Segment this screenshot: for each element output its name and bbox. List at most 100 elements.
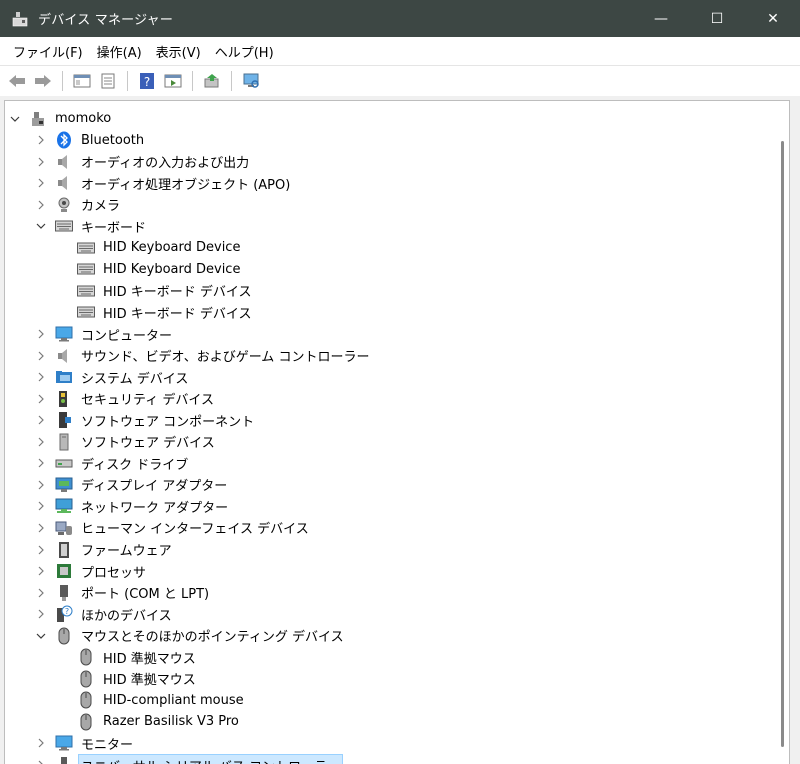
chevron-right-icon[interactable]	[35, 199, 47, 211]
tree-category-item[interactable]: モニター	[5, 733, 789, 754]
chevron-right-icon[interactable]	[35, 565, 47, 577]
title-bar[interactable]: デバイス マネージャー — ☐ ✕	[0, 0, 800, 37]
tree-category-item[interactable]: Bluetooth	[5, 130, 789, 151]
keyboard-icon	[77, 282, 95, 300]
tree-category-item[interactable]: オーディオ処理オブジェクト (APO)	[5, 173, 789, 194]
chevron-right-icon[interactable]	[35, 414, 47, 426]
menu-bar: ファイル(F) 操作(A) 表示(V) ヘルプ(H)	[0, 37, 800, 65]
chevron-down-icon[interactable]	[35, 630, 47, 642]
tree-category-item[interactable]: プロセッサ	[5, 561, 789, 582]
minimize-button[interactable]: —	[634, 0, 688, 37]
tree-category-item[interactable]: カメラ	[5, 194, 789, 215]
chevron-right-icon[interactable]	[35, 393, 47, 405]
tree-device-item[interactable]: HID Keyboard Device	[5, 237, 789, 258]
help-button[interactable]: ?	[136, 70, 158, 92]
chevron-right-icon[interactable]	[35, 587, 47, 599]
chevron-right-icon[interactable]	[35, 156, 47, 168]
tree-category-item[interactable]: サウンド、ビデオ、およびゲーム コントローラー	[5, 345, 789, 366]
chevron-down-icon[interactable]	[35, 220, 47, 232]
chevron-right-icon[interactable]	[35, 350, 47, 362]
forward-arrow-icon	[35, 75, 51, 87]
show-hide-tree-icon	[73, 74, 91, 88]
menu-view[interactable]: 表示(V)	[149, 42, 208, 61]
toolbar-separator	[127, 71, 128, 91]
chevron-right-icon[interactable]	[35, 500, 47, 512]
chevron-right-icon[interactable]	[35, 134, 47, 146]
properties-button[interactable]	[97, 70, 119, 92]
tree-device-item[interactable]: HID Keyboard Device	[5, 259, 789, 280]
tree-device-item[interactable]: HID-compliant mouse	[5, 690, 789, 711]
tree-device-item[interactable]: Razer Basilisk V3 Pro	[5, 711, 789, 732]
tree-item-label: プロセッサ	[81, 565, 147, 581]
tree-item-label: オーディオ処理オブジェクト (APO)	[81, 177, 291, 193]
tree-category-item[interactable]: ソフトウェア デバイス	[5, 431, 789, 452]
tree-category-item[interactable]: ディスプレイ アダプター	[5, 474, 789, 495]
chevron-right-icon[interactable]	[35, 177, 47, 189]
tree-category-item[interactable]: コンピューター	[5, 324, 789, 345]
tree-item-label: ソフトウェア デバイス	[81, 436, 215, 452]
device-manager-window: デバイス マネージャー — ☐ ✕ ファイル(F) 操作(A) 表示(V) ヘル…	[0, 0, 800, 764]
tree-category-item[interactable]: システム デバイス	[5, 367, 789, 388]
keyboard-icon	[77, 239, 95, 257]
toolbar-separator	[192, 71, 193, 91]
tree-item-label: システム デバイス	[81, 371, 189, 387]
svg-text:?: ?	[144, 75, 150, 89]
keyboard-icon	[77, 260, 95, 278]
toolbar: ?	[0, 65, 800, 97]
tree-item-label: ユニバーサル シリアル バス コントローラー	[77, 753, 344, 764]
chevron-right-icon[interactable]	[35, 737, 47, 749]
tree-item-label: Razer Basilisk V3 Pro	[103, 714, 239, 730]
tree-category-item[interactable]: キーボード	[5, 216, 789, 237]
chevron-right-icon[interactable]	[35, 759, 47, 764]
tree-category-item[interactable]: ネットワーク アダプター	[5, 496, 789, 517]
tree-device-item[interactable]: HID 準拠マウス	[5, 647, 789, 668]
monitor-icon	[55, 325, 73, 343]
chevron-right-icon[interactable]	[35, 544, 47, 556]
chevron-right-icon[interactable]	[35, 522, 47, 534]
forward-button[interactable]	[32, 70, 54, 92]
tree-category-item[interactable]: ファームウェア	[5, 539, 789, 560]
action-pane-button[interactable]	[162, 70, 184, 92]
tree-category-item[interactable]: ポート (COM と LPT)	[5, 582, 789, 603]
tree-category-item[interactable]: セキュリティ デバイス	[5, 388, 789, 409]
tree-device-item[interactable]: HID キーボード デバイス	[5, 302, 789, 323]
tree-item-label: サウンド、ビデオ、およびゲーム コントローラー	[81, 350, 370, 366]
tree-category-item[interactable]: ディスク ドライブ	[5, 453, 789, 474]
tree-item-label: ファームウェア	[81, 544, 172, 559]
speaker-icon	[55, 347, 73, 365]
tree-category-item[interactable]: オーディオの入力および出力	[5, 151, 789, 172]
toolbar-separator	[231, 71, 232, 91]
update-driver-button[interactable]	[201, 70, 223, 92]
tree-category-item[interactable]: ヒューマン インターフェイス デバイス	[5, 517, 789, 538]
network-icon	[55, 497, 73, 515]
chevron-down-icon[interactable]	[9, 113, 21, 125]
close-button[interactable]: ✕	[746, 0, 800, 37]
keyboard-icon	[77, 303, 95, 321]
chevron-right-icon[interactable]	[35, 371, 47, 383]
menu-action[interactable]: 操作(A)	[90, 42, 149, 61]
tree-root-node[interactable]: momoko	[5, 108, 789, 129]
maximize-button[interactable]: ☐	[690, 0, 744, 37]
tree-device-item[interactable]: HID キーボード デバイス	[5, 280, 789, 301]
chevron-right-icon[interactable]	[35, 436, 47, 448]
close-icon: ✕	[767, 10, 779, 27]
tree-device-item[interactable]: HID 準拠マウス	[5, 668, 789, 689]
chevron-right-icon[interactable]	[35, 457, 47, 469]
chevron-right-icon[interactable]	[35, 328, 47, 340]
back-button[interactable]	[6, 70, 28, 92]
menu-file[interactable]: ファイル(F)	[6, 42, 90, 61]
show-hide-tree-button[interactable]	[71, 70, 93, 92]
scan-hardware-button[interactable]	[240, 70, 262, 92]
tree-category-item[interactable]: マウスとそのほかのポインティング デバイス	[5, 625, 789, 646]
device-tree[interactable]: momoko Bluetooth オーディオの入力および出力オーディオ処理オブジェク…	[4, 100, 790, 764]
tree-category-item[interactable]: ユニバーサル シリアル バス コントローラー	[5, 753, 789, 764]
scan-hardware-icon	[243, 73, 259, 88]
tree-item-label: Bluetooth	[81, 132, 145, 148]
tree-item-label: HID Keyboard Device	[103, 240, 241, 256]
tree-category-item[interactable]: ソフトウェア コンポーネント	[5, 410, 789, 431]
tree-category-item[interactable]: ? ほかのデバイス	[5, 604, 789, 625]
menu-help[interactable]: ヘルプ(H)	[208, 42, 281, 61]
chevron-right-icon[interactable]	[35, 479, 47, 491]
chevron-right-icon[interactable]	[35, 608, 47, 620]
computer-root-icon	[29, 110, 47, 128]
